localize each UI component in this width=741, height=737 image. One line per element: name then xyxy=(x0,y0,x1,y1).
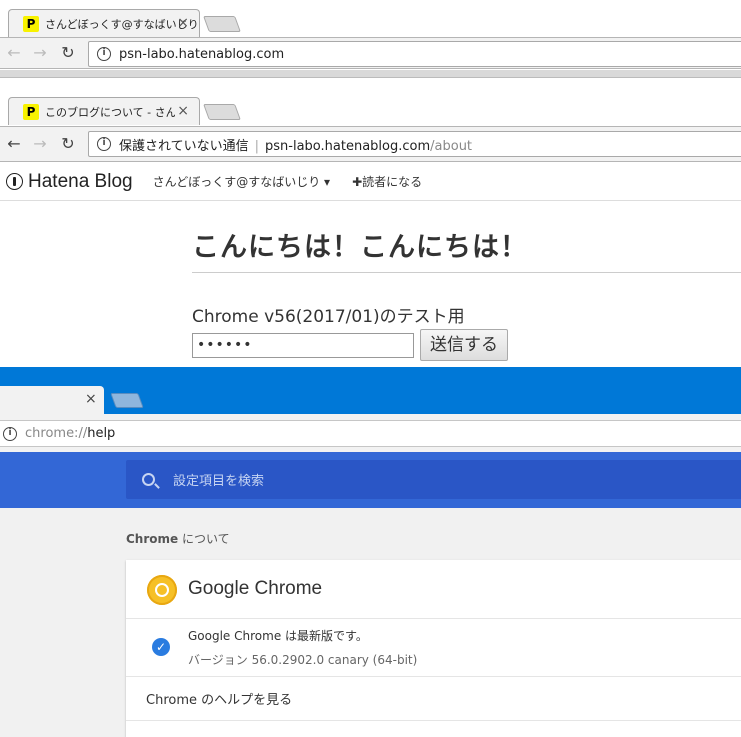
divider xyxy=(192,272,741,273)
url-text: chrome://help xyxy=(25,426,115,441)
window1-toolbar: ← → ↻ i psn-labo.hatenablog.com xyxy=(0,37,741,69)
entry-text: Chrome v56(2017/01)のテスト用 xyxy=(192,307,465,327)
help-link[interactable]: Chrome のヘルプを見る xyxy=(146,689,292,708)
hatena-favicon-icon: P xyxy=(23,16,39,32)
section-title: Chrome について xyxy=(126,530,230,547)
tab-title: このブログについて - さんどぼ xyxy=(45,106,175,119)
forward-icon[interactable]: → xyxy=(30,43,50,63)
hatena-logo-text: Hatena Blog xyxy=(28,170,133,192)
url-text: 保護されていない通信 | psn-labo.hatenablog.com/about xyxy=(119,138,473,154)
address-bar[interactable]: i chrome://help xyxy=(0,420,741,447)
hatena-header: Hatena Blog さんどぼっくす@すなばいじり ▾ ✚読者になる xyxy=(0,163,741,201)
canary-frame xyxy=(0,367,741,414)
back-icon[interactable]: ← xyxy=(4,134,24,154)
divider xyxy=(126,720,741,721)
product-name: Google Chrome xyxy=(188,578,323,599)
url-path: /about xyxy=(430,138,473,154)
next-row[interactable]: ... xyxy=(146,731,158,737)
window1-tabstrip: P さんどぼっくす@すなばいじり × xyxy=(0,0,741,40)
url-text: psn-labo.hatenablog.com xyxy=(119,46,285,62)
url-host: psn-labo.hatenablog.com xyxy=(265,138,431,154)
security-chip[interactable]: 保護されていない通信 xyxy=(119,139,249,154)
info-icon[interactable]: i xyxy=(97,47,111,61)
search-placeholder: 設定項目を検索 xyxy=(173,474,265,489)
info-icon[interactable]: i xyxy=(3,426,17,441)
section-title-bold: Chrome xyxy=(126,532,179,546)
address-bar[interactable]: i psn-labo.hatenablog.com xyxy=(88,41,741,67)
hatena-logo[interactable]: Hatena Blog xyxy=(6,171,133,193)
url-scheme: chrome:// xyxy=(25,426,88,441)
entry-title: こんにちは！こんにちは！ xyxy=(192,232,528,263)
close-tab-icon[interactable]: × xyxy=(177,103,189,119)
tab-title: さんどぼっくす@すなばいじり xyxy=(45,18,199,31)
submit-button[interactable]: 送信する xyxy=(420,329,508,361)
url-page: help xyxy=(87,426,116,441)
section-title-rest: について xyxy=(178,532,230,546)
divider xyxy=(126,676,741,677)
password-field[interactable]: •••••• xyxy=(192,333,414,358)
search-icon xyxy=(142,473,155,486)
window2-tab[interactable]: P このブログについて - さんどぼ × xyxy=(8,97,200,125)
subscribe-button[interactable]: ✚読者になる xyxy=(352,173,422,190)
address-bar[interactable]: i 保護されていない通信 | psn-labo.hatenablog.com/abo… xyxy=(88,131,741,157)
window1-tab[interactable]: P さんどぼっくす@すなばいじり × xyxy=(8,9,200,37)
back-icon[interactable]: ← xyxy=(4,43,24,63)
blog-menu[interactable]: さんどぼっくす@すなばいじり ▾ xyxy=(153,173,330,190)
settings-search-input[interactable]: 設定項目を検索 xyxy=(126,460,741,499)
hatena-logo-icon xyxy=(6,173,23,190)
version-text: バージョン 56.0.2902.0 canary (64-bit) xyxy=(188,653,418,667)
info-icon[interactable]: i xyxy=(97,137,111,151)
window-separator xyxy=(0,70,741,78)
reload-icon[interactable]: ↻ xyxy=(58,43,78,63)
check-icon: ✓ xyxy=(152,638,170,656)
reload-icon[interactable]: ↻ xyxy=(58,134,78,154)
forward-icon[interactable]: → xyxy=(30,134,50,154)
chrome-canary-logo-icon xyxy=(147,575,177,605)
close-tab-icon[interactable]: × xyxy=(85,391,97,407)
window2-tabstrip: P このブログについて - さんどぼ × xyxy=(0,78,741,128)
new-tab-button[interactable] xyxy=(110,393,144,408)
window2-toolbar: ← → ↻ i 保護されていない通信 | psn-labo.hatenablog.c… xyxy=(0,126,741,162)
close-tab-icon[interactable]: × xyxy=(177,15,189,31)
new-tab-button[interactable] xyxy=(203,16,241,32)
new-tab-button[interactable] xyxy=(203,104,241,120)
divider xyxy=(126,618,741,619)
update-status: Google Chrome は最新版です。 xyxy=(188,629,368,643)
hatena-favicon-icon: P xyxy=(23,104,39,120)
